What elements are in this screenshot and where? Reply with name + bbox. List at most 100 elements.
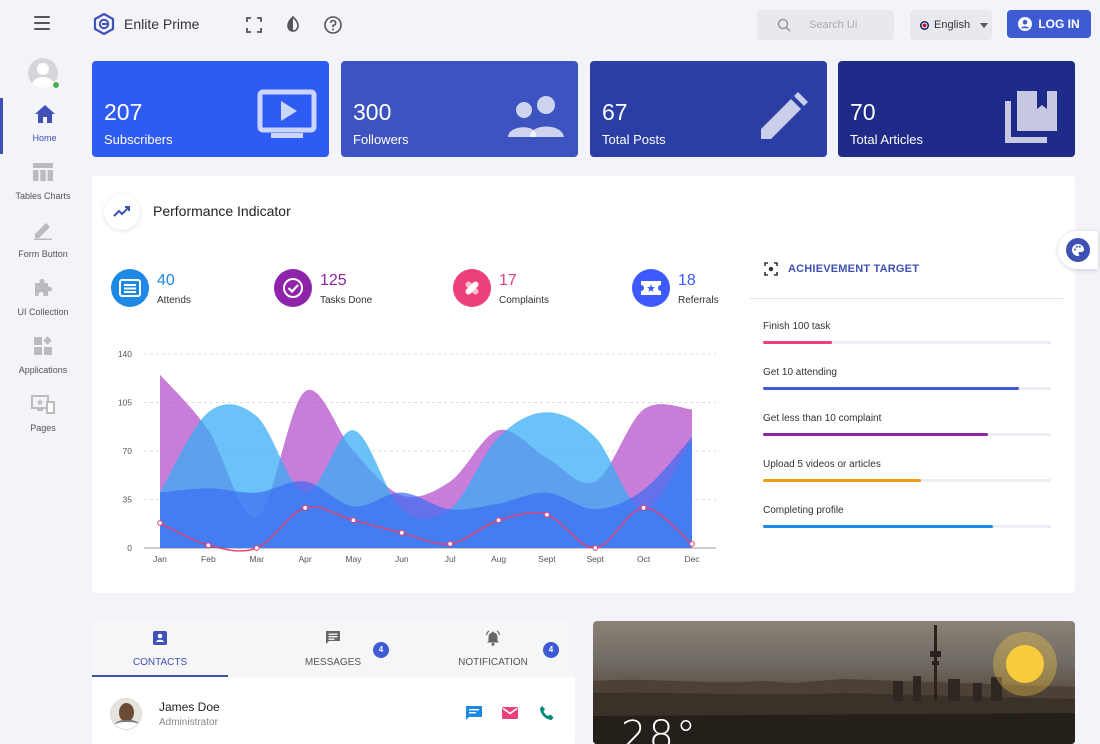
x-tick-label: Aug: [491, 554, 506, 564]
language-select[interactable]: English: [910, 10, 992, 40]
goal-label: Get less than 10 complaint: [763, 413, 882, 424]
sidebar-item-applications[interactable]: Applications: [0, 330, 86, 386]
goal-progress-track: [763, 433, 1051, 436]
x-tick-label: May: [345, 554, 362, 564]
chat-icon[interactable]: [465, 705, 483, 721]
x-tick-label: Mar: [249, 554, 264, 564]
fullscreen-icon[interactable]: [244, 15, 264, 35]
help-icon[interactable]: [323, 15, 343, 35]
kpi-label: Referrals: [678, 295, 719, 306]
sidebar-item-pages[interactable]: Pages: [0, 388, 86, 444]
data-point: [157, 520, 163, 526]
sidebar-item-home[interactable]: Home: [0, 98, 86, 154]
menu-icon[interactable]: [34, 16, 50, 30]
goal-progress-fill: [763, 479, 922, 482]
tab-label: MESSAGES: [304, 657, 362, 668]
chat-icon: [326, 631, 340, 644]
language-label: English: [934, 19, 971, 31]
top-bar: Enlite Prime English LOG IN: [0, 0, 1100, 50]
bandage-icon: [453, 269, 491, 307]
sidebar-item-label: Pages: [30, 423, 56, 433]
data-point: [398, 529, 405, 536]
tab-label: CONTACTS: [132, 657, 188, 668]
goal-item: Get 10 attending: [763, 367, 1051, 390]
contacts-tabs: CONTACTS MESSAGES 4 NOTIFICATION 4: [92, 621, 575, 677]
kpi-value: 17: [499, 272, 517, 289]
temperature: 28°: [621, 713, 698, 744]
data-point: [350, 517, 357, 524]
stat-label: Total Posts: [602, 132, 666, 147]
theme-palette-button[interactable]: [1058, 231, 1098, 269]
goal-label: Upload 5 videos or articles: [763, 459, 881, 470]
stat-card-total-articles: 70 Total Articles: [838, 61, 1075, 157]
x-tick-label: Oct: [637, 554, 651, 564]
goal-label: Finish 100 task: [763, 321, 831, 332]
library-icon: [1005, 91, 1057, 143]
online-status-indicator: [52, 81, 60, 89]
avatar[interactable]: [110, 698, 142, 730]
list-icon: [111, 269, 149, 307]
notification-badge: 4: [543, 642, 559, 658]
data-point: [205, 542, 212, 549]
brand[interactable]: Enlite Prime: [93, 13, 199, 35]
achievement-header: ACHIEVEMENT TARGET: [764, 262, 919, 276]
goal-progress-fill: [763, 433, 988, 436]
sidebar-item-ui-collection[interactable]: UI Collection: [0, 272, 86, 328]
account-circle-icon: [1018, 17, 1033, 31]
video-icon: [257, 89, 317, 138]
goal-progress-track: [763, 341, 1051, 344]
goal-progress-fill: [763, 525, 994, 528]
target-icon: [764, 262, 778, 276]
data-point: [689, 540, 695, 547]
phone-icon[interactable]: [538, 705, 556, 721]
sidebar-item-tables-charts[interactable]: Tables Charts: [0, 156, 86, 212]
tab-contacts[interactable]: CONTACTS: [92, 621, 228, 677]
data-point: [253, 545, 260, 551]
apps-icon: [34, 336, 52, 355]
y-tick-label: 140: [118, 349, 132, 359]
bell-icon: [485, 630, 501, 646]
sidebar-item-label: Home: [32, 133, 57, 143]
contrast-icon[interactable]: [283, 15, 303, 35]
contact-card-icon: [153, 631, 167, 645]
sidebar-item-label: Form Button: [18, 249, 68, 259]
y-tick-label: 0: [127, 543, 132, 553]
tab-notification[interactable]: NOTIFICATION: [425, 621, 561, 677]
x-tick-label: Jun: [395, 554, 409, 564]
check-icon: [274, 269, 312, 307]
goal-item: Upload 5 videos or articles: [763, 459, 1051, 482]
data-point: [495, 517, 502, 524]
search-box[interactable]: [757, 10, 894, 40]
performance-area-chart: 0 35 70 105 140 Jan Feb Mar Apr May Jun Jul Aug Sept S…: [118, 349, 716, 564]
stat-label: Followers: [353, 132, 409, 147]
ticket-icon: [632, 269, 670, 307]
data-point: [544, 511, 550, 518]
search-input[interactable]: [809, 19, 889, 31]
sidebar-item-form-button[interactable]: Form Button: [0, 214, 86, 270]
divider: [750, 298, 1063, 299]
kpi-value: 125: [320, 272, 347, 289]
goal-progress-track: [763, 479, 1051, 482]
goal-item: Completing profile: [763, 505, 1051, 528]
stat-card-subscribers: 207 Subscribers: [92, 61, 329, 157]
y-tick-label: 105: [118, 398, 132, 408]
contacts-panel: CONTACTS MESSAGES 4 NOTIFICATION 4 James…: [92, 621, 575, 744]
y-tick-label: 35: [123, 495, 133, 505]
stat-card-followers: 300 Followers: [341, 61, 578, 157]
email-icon[interactable]: [501, 705, 519, 721]
palette-icon: [1066, 238, 1090, 262]
pages-icon: [31, 395, 55, 414]
stat-label: Subscribers: [104, 132, 173, 147]
achievement-title: ACHIEVEMENT TARGET: [788, 263, 920, 275]
login-button[interactable]: LOG IN: [1007, 10, 1091, 38]
login-label: LOG IN: [1038, 17, 1080, 31]
data-point: [302, 504, 308, 511]
home-icon: [34, 105, 55, 123]
goal-progress-fill: [763, 387, 1020, 390]
kpi-value: 40: [157, 272, 175, 289]
city-weather-photo: 28°: [593, 621, 1075, 744]
x-tick-label: Jul: [445, 554, 456, 564]
stat-value: 70: [850, 99, 876, 125]
goal-progress-track: [763, 387, 1051, 390]
trending-up-icon: [104, 194, 140, 230]
